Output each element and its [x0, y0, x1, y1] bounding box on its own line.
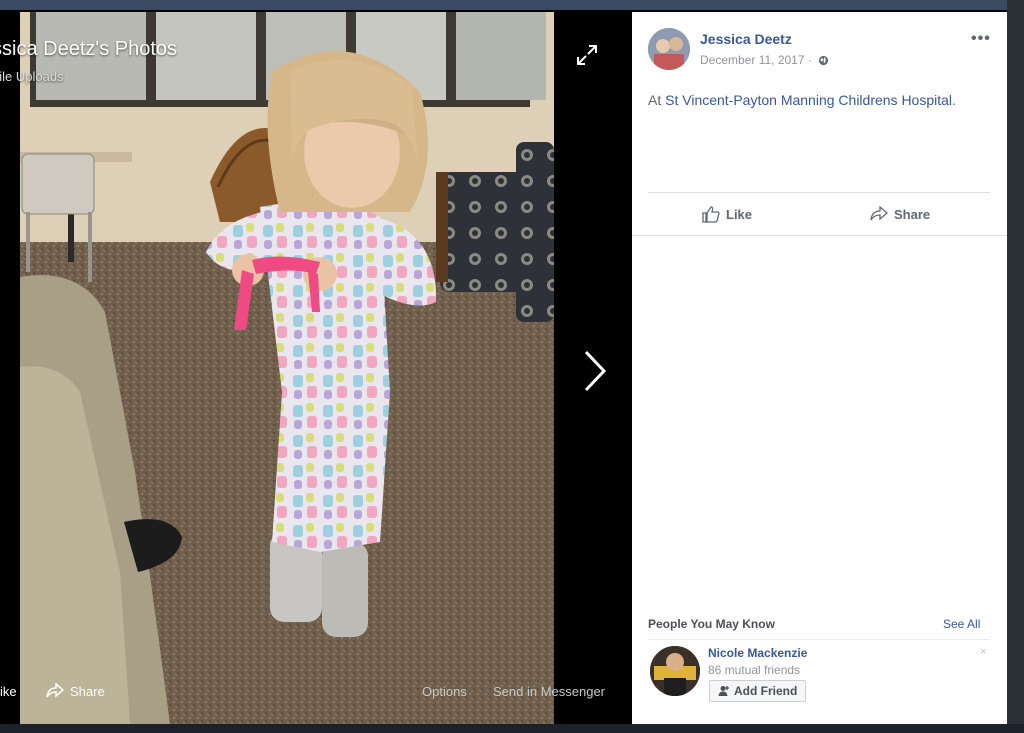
- send-in-messenger-link[interactable]: Send in Messenger: [493, 684, 605, 699]
- divider: [648, 192, 990, 193]
- place-link[interactable]: St Vincent-Payton Manning Childrens Hosp…: [665, 92, 952, 108]
- next-photo-arrow[interactable]: [582, 348, 608, 394]
- checkin-text: At St Vincent-Payton Manning Childrens H…: [648, 92, 956, 108]
- left-margin: [0, 10, 20, 724]
- right-margin: [1007, 0, 1024, 733]
- divider: [648, 639, 990, 640]
- share-arrow-icon: [46, 683, 64, 698]
- avatar[interactable]: [648, 28, 690, 70]
- like-button[interactable]: Like: [702, 206, 752, 223]
- like-label: Like: [726, 207, 753, 222]
- post-date[interactable]: December 11, 2017 ·: [700, 53, 829, 67]
- suggestion-avatar[interactable]: [650, 646, 700, 696]
- divider: [632, 235, 1007, 236]
- people-you-may-know-heading: People You May Know: [648, 617, 775, 631]
- share-button[interactable]: Share: [870, 206, 930, 222]
- add-person-icon: [718, 686, 729, 696]
- share-action[interactable]: Share: [46, 683, 105, 699]
- post-sidebar: Jessica Deetz December 11, 2017 · ••• At…: [632, 12, 1007, 724]
- add-friend-button[interactable]: Add Friend: [709, 680, 807, 702]
- expand-icon[interactable]: [576, 44, 598, 66]
- post-author[interactable]: Jessica Deetz: [700, 31, 792, 47]
- checkin-suffix: .: [952, 92, 956, 108]
- mutual-friends-count[interactable]: 86 mutual friends: [708, 663, 800, 677]
- more-options-icon[interactable]: •••: [971, 30, 991, 48]
- share-label: Share: [70, 683, 105, 699]
- album-title[interactable]: ssica Deetz's Photos: [0, 38, 177, 61]
- globe-icon[interactable]: [818, 55, 829, 66]
- album-subtitle[interactable]: bile Uploads: [0, 69, 64, 84]
- add-friend-label: Add Friend: [734, 684, 798, 698]
- chevron-right-icon: [584, 350, 607, 392]
- photo-scene: [20, 12, 554, 724]
- photo-viewer-image[interactable]: [20, 12, 554, 724]
- bottom-bar: [0, 724, 1024, 733]
- checkin-prefix: At: [648, 92, 662, 108]
- dismiss-suggestion-icon[interactable]: ×: [980, 646, 986, 658]
- top-bar: [0, 0, 1024, 10]
- share-label: Share: [894, 206, 931, 222]
- like-action[interactable]: ike: [0, 684, 17, 699]
- thumbs-up-icon: [702, 206, 720, 223]
- post-date-text: December 11, 2017 ·: [700, 53, 812, 67]
- see-all-link[interactable]: See All: [943, 617, 980, 631]
- options-link[interactable]: Options: [422, 684, 467, 699]
- suggestion-name[interactable]: Nicole Mackenzie: [708, 646, 807, 660]
- share-icon: [870, 206, 888, 221]
